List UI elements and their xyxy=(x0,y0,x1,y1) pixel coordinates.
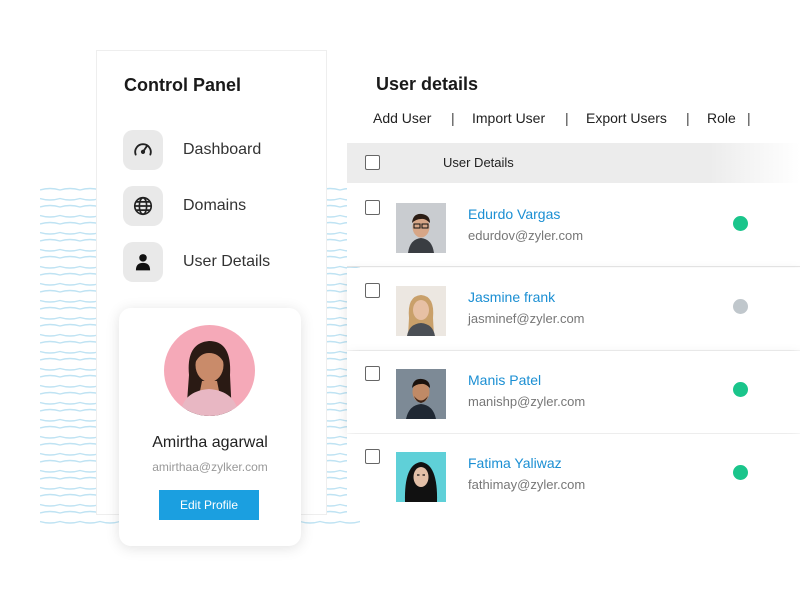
user-email: manishp@zyler.com xyxy=(468,394,586,409)
control-panel-title: Control Panel xyxy=(124,75,242,95)
row-checkbox[interactable] xyxy=(365,283,380,298)
status-indicator xyxy=(733,382,748,397)
table-row[interactable]: Jasmine frank jasminef@zyler.com xyxy=(347,268,800,350)
user-name-link[interactable]: Jasmine frank xyxy=(468,289,555,305)
add-user-button[interactable]: Add User xyxy=(373,110,431,126)
sidebar-item-label: User Details xyxy=(183,253,271,270)
speedometer-icon xyxy=(123,130,163,170)
sidebar-item-dashboard[interactable]: Dashboard xyxy=(123,130,261,170)
table-header: User Details xyxy=(347,143,800,183)
profile-avatar xyxy=(164,325,255,416)
toolbar-separator: | xyxy=(747,110,751,126)
user-name-link[interactable]: Edurdo Vargas xyxy=(468,206,560,222)
edit-profile-button[interactable]: Edit Profile xyxy=(159,490,259,520)
profile-card: Amirtha agarwal amirthaa@zylker.com Edit… xyxy=(119,308,301,546)
table-row[interactable]: Edurdo Vargas edurdov@zyler.com xyxy=(347,185,800,267)
sidebar-item-user-details[interactable]: User Details xyxy=(123,242,270,282)
sidebar-item-domains[interactable]: Domains xyxy=(123,186,246,226)
user-icon xyxy=(123,242,163,282)
status-indicator xyxy=(733,465,748,480)
user-avatar xyxy=(396,369,446,419)
user-avatar xyxy=(396,452,446,502)
row-checkbox[interactable] xyxy=(365,200,380,215)
user-name-link[interactable]: Fatima Yaliwaz xyxy=(468,455,562,471)
user-details-title: User details xyxy=(376,74,479,94)
toolbar-separator: | xyxy=(565,110,569,126)
table-row[interactable]: Fatima Yaliwaz fathimay@zyler.com xyxy=(347,434,800,516)
status-indicator xyxy=(733,299,748,314)
user-avatar xyxy=(396,286,446,336)
role-button[interactable]: Role xyxy=(707,110,736,126)
status-indicator xyxy=(733,216,748,231)
export-users-button[interactable]: Export Users xyxy=(586,110,667,126)
user-name-link[interactable]: Manis Patel xyxy=(468,372,541,388)
user-email: fathimay@zyler.com xyxy=(468,477,586,492)
globe-icon xyxy=(123,186,163,226)
user-email: jasminef@zyler.com xyxy=(468,311,585,326)
sidebar-item-label: Domains xyxy=(183,197,247,214)
user-email: edurdov@zyler.com xyxy=(468,228,584,243)
profile-email: amirthaa@zylker.com xyxy=(152,460,268,474)
row-checkbox[interactable] xyxy=(365,449,380,464)
toolbar-separator: | xyxy=(451,110,455,126)
profile-name: Amirtha agarwal xyxy=(152,434,268,451)
user-avatar xyxy=(396,203,446,253)
table-header-label: User Details xyxy=(443,155,514,170)
row-checkbox[interactable] xyxy=(365,366,380,381)
import-user-button[interactable]: Import User xyxy=(472,110,545,126)
table-row[interactable]: Manis Patel manishp@zyler.com xyxy=(347,351,800,433)
toolbar-separator: | xyxy=(686,110,690,126)
sidebar-item-label: Dashboard xyxy=(183,141,262,158)
select-all-checkbox[interactable] xyxy=(365,155,380,170)
